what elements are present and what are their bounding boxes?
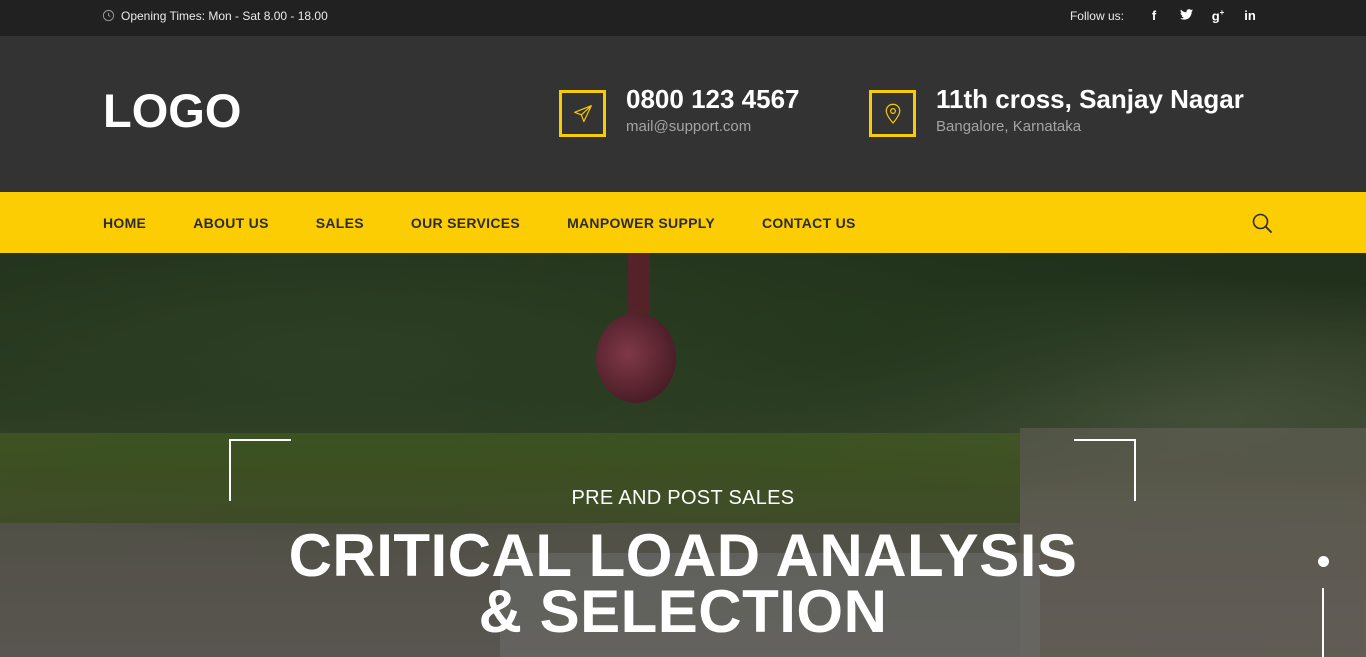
linkedin-icon[interactable]: in — [1234, 8, 1266, 23]
site-logo[interactable]: LOGO — [103, 83, 241, 138]
slider-progress-line — [1322, 588, 1324, 657]
phone-number[interactable]: 0800 123 4567 — [626, 84, 800, 114]
slider-dot-active[interactable] — [1318, 556, 1329, 567]
opening-hours-text: Opening Times: Mon - Sat 8.00 - 18.00 — [121, 8, 328, 23]
facebook-icon[interactable]: f — [1138, 8, 1170, 23]
google-plus-icon[interactable]: g+ — [1202, 8, 1234, 23]
clock-icon — [102, 9, 115, 22]
hero-kicker: PRE AND POST SALES — [571, 487, 795, 509]
nav-contact-us[interactable]: CONTACT US — [762, 215, 856, 231]
address-line2: Bangalore, Karnataka — [936, 118, 1082, 135]
paper-plane-icon — [559, 90, 606, 137]
address-contact: 11th cross, Sanjay Nagar Bangalore, Karn… — [869, 84, 1244, 137]
main-navigation: HOME ABOUT US SALES OUR SERVICES MANPOWE… — [0, 192, 1366, 253]
nav-home[interactable]: HOME — [103, 215, 146, 231]
nav-sales[interactable]: SALES — [316, 215, 364, 231]
hero-title: CRITICAL LOAD ANALYSIS & SELECTION — [0, 522, 1366, 645]
social-links: Follow us: f g+ in — [1070, 0, 1266, 31]
nav-about-us[interactable]: ABOUT US — [193, 215, 269, 231]
follow-label: Follow us: — [1069, 8, 1124, 23]
nav-manpower-supply[interactable]: MANPOWER SUPPLY — [567, 215, 715, 231]
hero-title-line1: CRITICAL LOAD ANALYSIS — [288, 522, 1078, 589]
twitter-icon[interactable] — [1170, 8, 1202, 23]
address-line1: 11th cross, Sanjay Nagar — [936, 84, 1244, 114]
location-pin-icon — [869, 90, 916, 137]
nav-our-services[interactable]: OUR SERVICES — [411, 215, 520, 231]
hero-slider: PRE AND POST SALES CRITICAL LOAD ANALYSI… — [0, 253, 1366, 657]
phone-contact: 0800 123 4567 mail@support.com — [559, 84, 800, 137]
opening-hours: Opening Times: Mon - Sat 8.00 - 18.00 — [102, 0, 328, 31]
hero-title-line2: & SELECTION — [478, 578, 888, 645]
search-icon[interactable] — [1251, 212, 1273, 234]
site-header: LOGO 0800 123 4567 mail@support.com 11th… — [0, 36, 1366, 192]
top-bar: Opening Times: Mon - Sat 8.00 - 18.00 Fo… — [0, 0, 1366, 36]
support-email[interactable]: mail@support.com — [626, 118, 800, 135]
